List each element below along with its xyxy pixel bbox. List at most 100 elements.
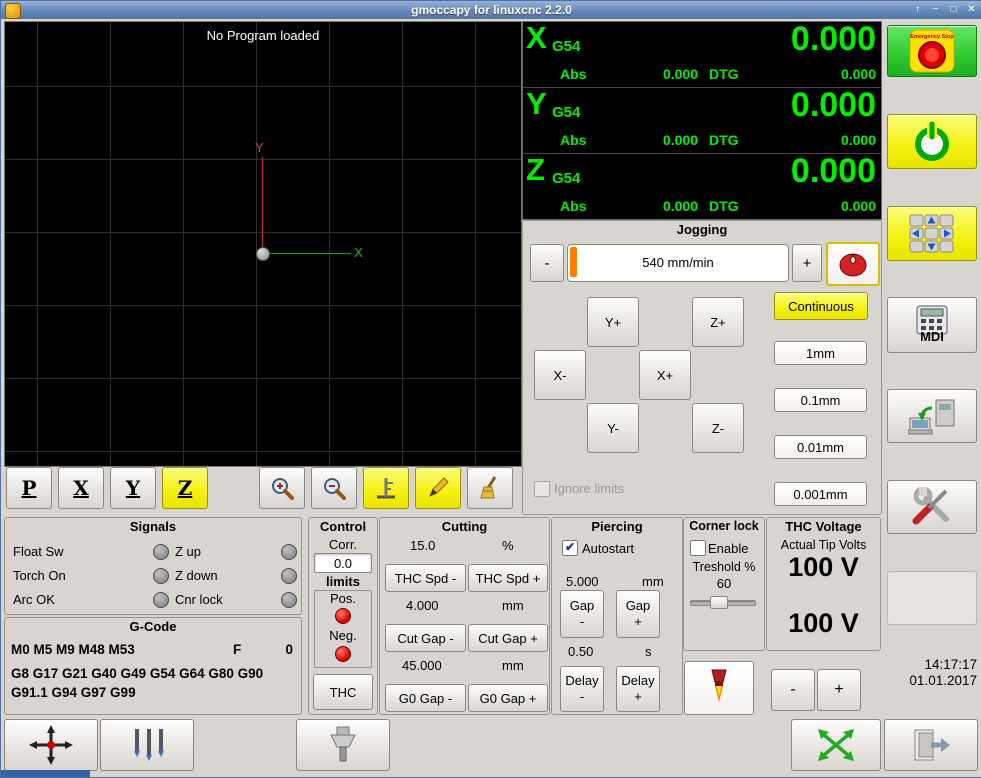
machine-setup-button[interactable] [887,389,977,443]
jog-speed-increase-button[interactable]: + [792,244,822,282]
corr-label: Corr. [328,537,358,552]
torch-button[interactable] [684,661,754,715]
shade-button[interactable]: ↑ [910,2,925,17]
probe-button[interactable] [100,719,194,771]
mdi-button[interactable]: MDI [887,297,977,353]
dtg-value: 0.000 [840,198,876,214]
gcode-preview[interactable]: No Program loaded Y X [4,21,522,467]
svg-text:Emergency Stop: Emergency Stop [910,34,954,40]
fullscreen-button[interactable] [791,719,881,771]
x-axis-line [263,253,351,254]
view-z-button[interactable]: Z [162,467,208,509]
gap-label: Gap [625,597,651,613]
corner-lock-enable-checkbox[interactable] [690,540,706,556]
cutting-panel: Cutting 15.0 % THC Spd - THC Spd + 4.000… [379,517,550,715]
jog-pad-button[interactable] [887,206,977,261]
thc-speed-increase-button[interactable]: THC Spd + [468,564,548,592]
signal-torch-on-label: Torch On [13,568,66,583]
signal-z-down-led [281,568,297,584]
view-y-button[interactable]: Y [110,467,156,509]
exit-button[interactable] [884,719,978,771]
delay-dec-sign: - [579,689,585,704]
emergency-stop-icon: Emergency Stop [909,29,955,73]
ignore-limits-checkbox[interactable] [534,481,550,497]
clock-time: 14:17:17 [924,657,977,672]
dtg-label: DTG [709,132,739,148]
corner-lock-enable-label: Enable [708,541,749,556]
axis-letter: X [526,20,547,55]
thc-voltage-increase-button[interactable]: + [817,669,861,711]
close-button[interactable]: ✕ [964,2,979,17]
mdi-label: MDI [920,328,944,344]
settings-tools-button[interactable] [887,480,977,534]
signals-title: Signals [129,519,177,534]
machine-setup-icon [908,399,955,435]
threshold-slider-handle[interactable] [710,596,728,609]
pos-limit-label: Pos. [329,591,356,606]
mouse-jog-button[interactable] [826,242,880,286]
gap-label: Gap [569,597,595,613]
thc-voltage-decrease-button[interactable]: - [771,669,815,711]
signal-float-sw-led [153,544,169,560]
delay-inc-sign: + [634,689,642,704]
gap-dec-sign: - [579,614,585,629]
dro-axis-z[interactable]: Z G54 0.000 Abs 0.000 DTG 0.000 [523,152,881,219]
g0-gap-increase-button[interactable]: G0 Gap + [468,684,548,712]
view-x-button[interactable]: X [58,467,104,509]
tool-button[interactable] [296,719,390,771]
jog-z-plus-button[interactable]: Z+ [692,297,744,347]
dtg-value: 0.000 [840,66,876,82]
view-p-button[interactable]: P [6,467,52,509]
cut-gap-increase-button[interactable]: Cut Gap + [468,624,548,652]
fullscreen-icon [818,729,854,761]
axis-letter: Z [526,152,545,187]
jog-y-minus-button[interactable]: Y- [587,403,639,453]
letter-x-icon: X [73,476,89,500]
neg-limit-label: Neg. [329,628,357,643]
g0-gap-decrease-button[interactable]: G0 Gap - [385,684,466,712]
autostart-checkbox[interactable] [562,540,578,556]
dtg-label: DTG [709,66,739,82]
jog-x-plus-button[interactable]: X+ [639,350,691,400]
touch-off-button[interactable] [4,719,98,771]
pierce-delay-decrease-button[interactable]: Delay - [560,666,604,712]
machine-on-button[interactable] [887,114,977,169]
zoom-out-button[interactable] [311,467,357,509]
tool-measure-button[interactable] [363,467,409,509]
increment-0-001mm-button[interactable]: 0.001mm [774,482,867,506]
dro-panel: X G54 0.000 Abs 0.000 DTG 0.000 Y G54 0.… [522,20,882,220]
jog-z-minus-button[interactable]: Z- [692,403,744,453]
increment-1mm-button[interactable]: 1mm [774,341,867,365]
maximize-button[interactable]: □ [946,2,961,17]
pierce-delay-unit: s [645,644,652,659]
dro-axis-y[interactable]: Y G54 0.000 Abs 0.000 DTG 0.000 [523,86,881,154]
threshold-label: Treshold % [692,560,756,574]
signal-z-down-label: Z down [175,568,218,583]
jog-speed-slider[interactable]: 540 mm/min [567,244,789,282]
pierce-delay-increase-button[interactable]: Delay + [616,666,660,712]
dro-axis-x[interactable]: X G54 0.000 Abs 0.000 DTG 0.000 [523,20,881,88]
estop-button[interactable]: Emergency Stop [887,25,977,77]
mouse-jog-icon [839,253,867,277]
jog-speed-decrease-button[interactable]: - [530,244,564,282]
letter-z-icon: Z [177,476,193,500]
pierce-gap-decrease-button[interactable]: Gap - [560,590,604,638]
thc-speed-decrease-button[interactable]: THC Spd - [385,564,466,592]
increment-0-1mm-button[interactable]: 0.1mm [774,388,867,412]
minimize-button[interactable]: − [928,2,943,17]
zoom-in-button[interactable] [259,467,305,509]
increment-0-01mm-button[interactable]: 0.01mm [774,435,867,459]
actual-tip-volts-label: Actual Tip Volts [780,538,867,552]
abs-value: 0.000 [662,132,698,148]
clear-plot-button[interactable] [467,467,513,509]
delay-label: Delay [621,672,655,688]
jog-y-plus-button[interactable]: Y+ [587,297,639,347]
edit-gcode-button[interactable] [415,467,461,509]
cut-gap-decrease-button[interactable]: Cut Gap - [385,624,466,652]
jog-pad-icon [909,214,954,252]
jog-x-minus-button[interactable]: X- [534,350,586,400]
thc-button[interactable]: THC [313,674,373,710]
signal-arc-ok-led [153,592,169,608]
pierce-gap-increase-button[interactable]: Gap + [616,590,660,638]
continuous-jog-button[interactable]: Continuous [774,292,868,320]
